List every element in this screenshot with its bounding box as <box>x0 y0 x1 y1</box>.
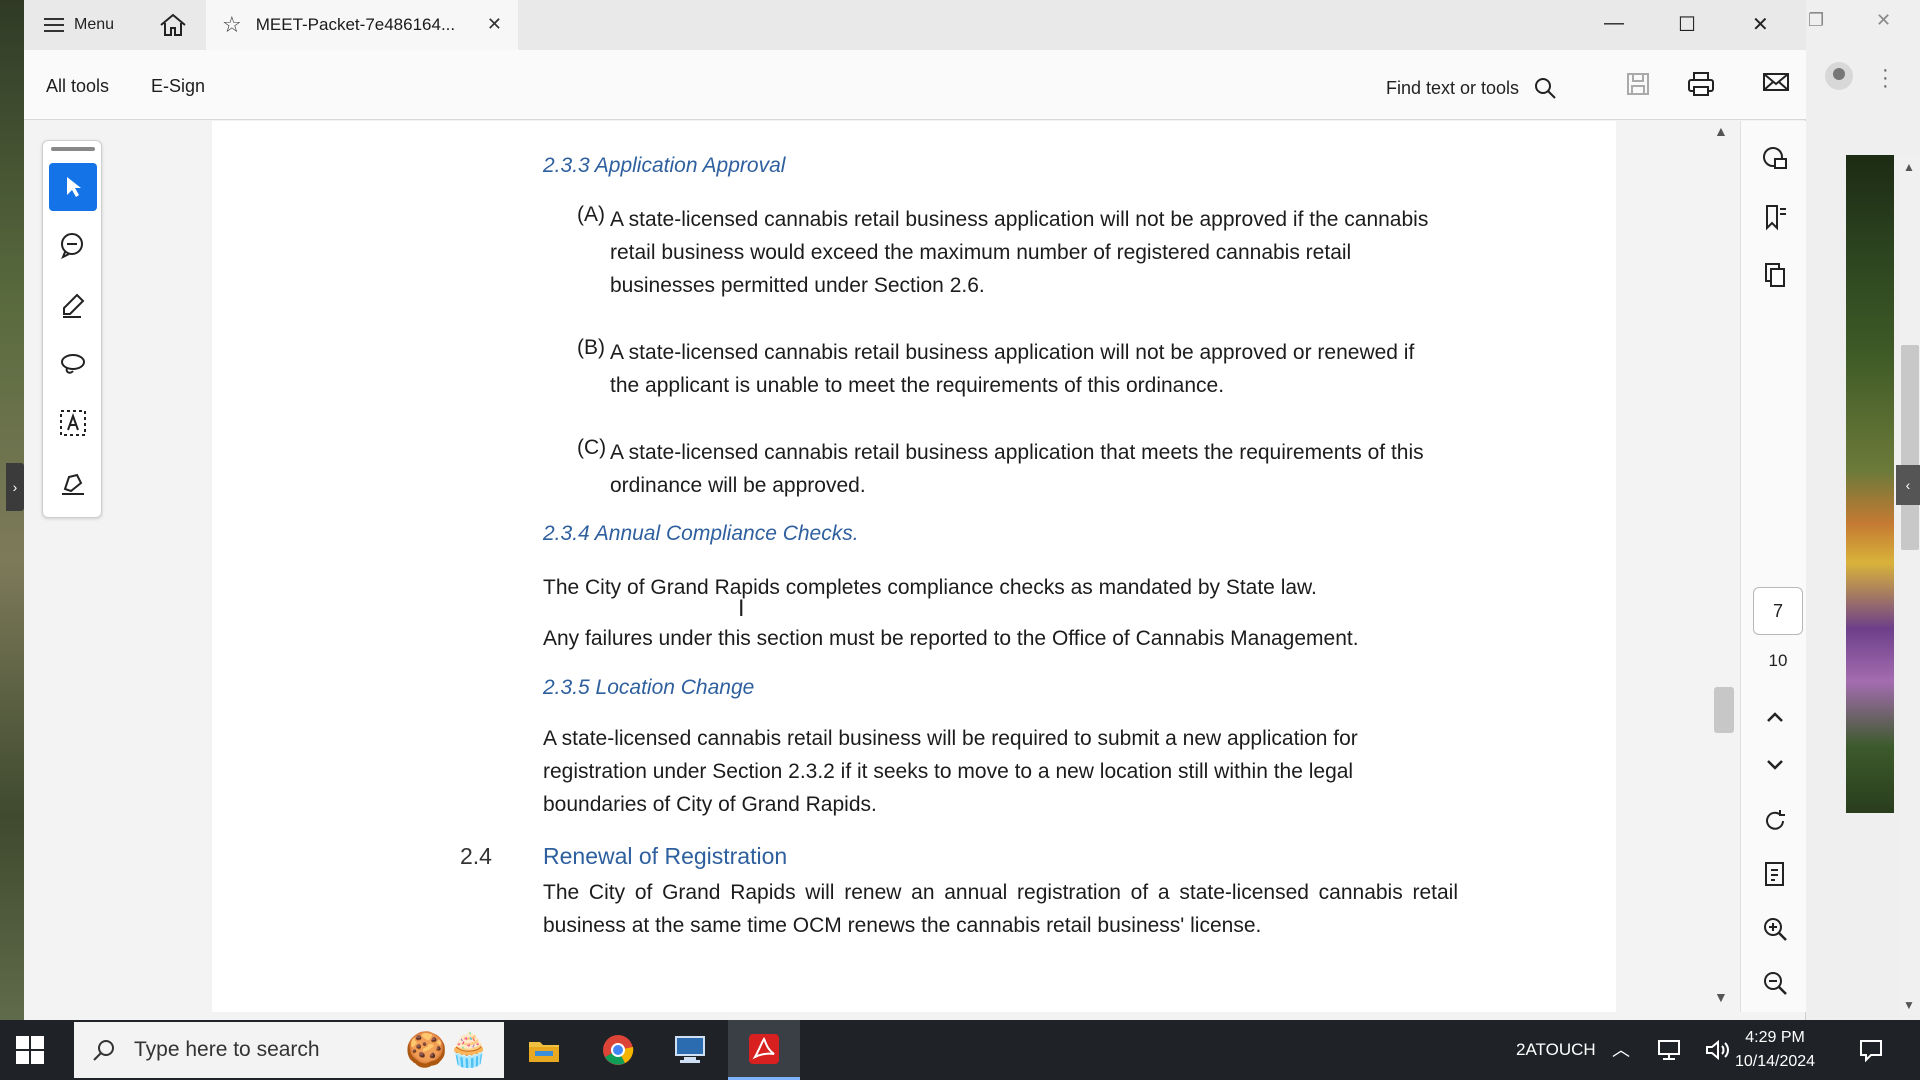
paragraph-renewal: The City of Grand Rapids will renew an a… <box>543 881 1458 937</box>
comment-icon[interactable] <box>49 221 97 269</box>
menu-button[interactable]: Menu <box>44 12 114 38</box>
scroll-down-icon[interactable]: ▼ <box>1714 989 1728 1005</box>
title-bar: Menu ☆ MEET-Packet-7e486164... ✕ — ☐ ✕ <box>24 0 1806 50</box>
total-pages: 10 <box>1768 651 1788 670</box>
document-scrollbar[interactable]: ▲ ▼ <box>1704 121 1740 1012</box>
rotate-icon[interactable] <box>1759 805 1791 837</box>
star-icon[interactable]: ☆ <box>222 12 242 38</box>
highlight-icon[interactable] <box>49 281 97 329</box>
clause-c-text: A state-licensed cannabis retail busines… <box>610 441 1424 497</box>
section-number-2-4: 2.4 <box>460 843 492 869</box>
chrome-icon[interactable] <box>582 1020 654 1080</box>
background-scroll-down-icon[interactable]: ▼ <box>1898 998 1920 1012</box>
clause-b-text: A state-licensed cannabis retail busines… <box>610 341 1415 397</box>
background-restore-icon[interactable]: ❐ <box>1808 10 1824 31</box>
clause-c-label: (C) <box>577 436 607 459</box>
heading-2-3-5: 2.3.5 Location Change <box>543 676 755 699</box>
taskbar-search-box[interactable]: Type here to search 🍪🧁 <box>74 1022 504 1078</box>
search-icon <box>1535 78 1556 99</box>
page-up-icon[interactable] <box>1759 701 1791 733</box>
background-scrollbar-thumb[interactable] <box>1901 345 1919 550</box>
acrobat-taskbar-icon[interactable] <box>728 1020 800 1080</box>
page-down-icon[interactable] <box>1759 749 1791 781</box>
windows-start-icon[interactable] <box>16 1036 44 1064</box>
search-icon <box>93 1040 114 1061</box>
background-scrollbar[interactable] <box>1898 155 1920 1015</box>
clock-date: 10/14/2024 <box>1735 1053 1816 1070</box>
select-icon[interactable] <box>49 163 97 211</box>
lasso-icon[interactable] <box>49 341 97 389</box>
kebab-menu-icon[interactable]: · · · <box>1882 60 1889 96</box>
clause-b-label: (B) <box>577 336 605 359</box>
pdf-page: 2.3.3 Application Approval (A) A state-l… <box>212 121 1616 1012</box>
avatar[interactable] <box>1825 62 1853 90</box>
remote-desktop-icon[interactable] <box>654 1020 726 1080</box>
toolbar: All tools E-Sign Find text or tools <box>24 50 1806 120</box>
windows-taskbar: Type here to search 🍪🧁 2ATOUCH ︿ 4:29 PM… <box>0 1020 1920 1080</box>
sign-icon[interactable] <box>49 459 97 507</box>
bookmarks-icon[interactable] <box>1759 201 1791 233</box>
drag-handle[interactable] <box>51 147 95 151</box>
tray-label[interactable]: 2ATOUCH <box>1516 1040 1596 1060</box>
acrobat-window: Menu ☆ MEET-Packet-7e486164... ✕ — ☐ ✕ A… <box>24 0 1806 1020</box>
fit-page-icon[interactable] <box>1759 859 1791 891</box>
minimize-icon[interactable]: — <box>1604 12 1624 35</box>
volume-icon[interactable] <box>1704 1038 1730 1062</box>
clause-a-label: (A) <box>577 203 605 226</box>
clock-time: 4:29 PM <box>1745 1029 1805 1046</box>
save-icon[interactable] <box>1624 70 1654 100</box>
hamburger-icon <box>44 18 64 32</box>
background-image-strip <box>1846 155 1894 813</box>
clause-a-text: A state-licensed cannabis retail busines… <box>610 208 1429 297</box>
quick-tools-rail <box>42 140 102 518</box>
heading-2-3-3: 2.3.3 Application Approval <box>543 154 786 177</box>
find-text-label: Find text or tools <box>1386 77 1520 98</box>
notifications-icon[interactable] <box>1858 1038 1884 1062</box>
print-icon[interactable] <box>1686 70 1716 100</box>
maximize-icon[interactable]: ☐ <box>1678 12 1696 37</box>
right-panel-rail: 7 10 <box>1740 121 1806 1012</box>
zoom-out-icon[interactable] <box>1759 967 1791 999</box>
email-icon[interactable] <box>1762 70 1792 100</box>
pages-icon[interactable] <box>1759 259 1791 291</box>
heading-2-4: Renewal of Registration <box>543 843 788 869</box>
text-cursor-icon: I <box>738 597 745 622</box>
expand-left-panel-tab[interactable]: › <box>6 463 24 511</box>
background-close-icon[interactable]: ✕ <box>1876 10 1891 31</box>
show-hidden-icons-icon[interactable]: ︿ <box>1612 1036 1630 1062</box>
esign-button[interactable]: E-Sign <box>151 76 205 97</box>
paragraph-compliance-1: The City of Grand Rapids completes compl… <box>543 576 1317 599</box>
document-tab-title: MEET-Packet-7e486164... <box>255 15 456 34</box>
scrollbar-thumb[interactable] <box>1714 687 1734 733</box>
file-explorer-icon[interactable] <box>508 1020 580 1080</box>
network-icon[interactable] <box>1656 1038 1682 1062</box>
heading-2-3-4: 2.3.4 Annual Compliance Checks. <box>543 522 859 545</box>
paragraph-compliance-2: Any failures under this section must be … <box>543 627 1359 650</box>
find-text-button[interactable]: Find text or tools <box>1386 76 1557 100</box>
background-scroll-up-icon[interactable]: ▲ <box>1898 160 1920 174</box>
background-collapse-tab[interactable]: ‹ <box>1896 465 1920 505</box>
menu-label: Menu <box>74 16 115 33</box>
comments-panel-icon[interactable] <box>1759 143 1791 175</box>
system-clock[interactable]: 4:29 PM 10/14/2024 <box>1735 1026 1815 1074</box>
current-page-input[interactable]: 7 <box>1753 587 1803 635</box>
taskbar-search-placeholder: Type here to search <box>134 1038 320 1061</box>
document-tab[interactable]: ☆ MEET-Packet-7e486164... ✕ <box>206 0 518 50</box>
scroll-up-icon[interactable]: ▲ <box>1714 123 1728 139</box>
tab-close-icon[interactable]: ✕ <box>487 14 502 35</box>
all-tools-button[interactable]: All tools <box>46 76 109 97</box>
zoom-in-icon[interactable] <box>1759 913 1791 945</box>
home-icon[interactable] <box>158 12 188 38</box>
text-select-icon[interactable] <box>49 399 97 447</box>
search-highlight-cupcake-icon: 🍪🧁 <box>405 1031 490 1069</box>
close-window-icon[interactable]: ✕ <box>1752 12 1769 37</box>
paragraph-location-change: A state-licensed cannabis retail busines… <box>543 727 1358 816</box>
